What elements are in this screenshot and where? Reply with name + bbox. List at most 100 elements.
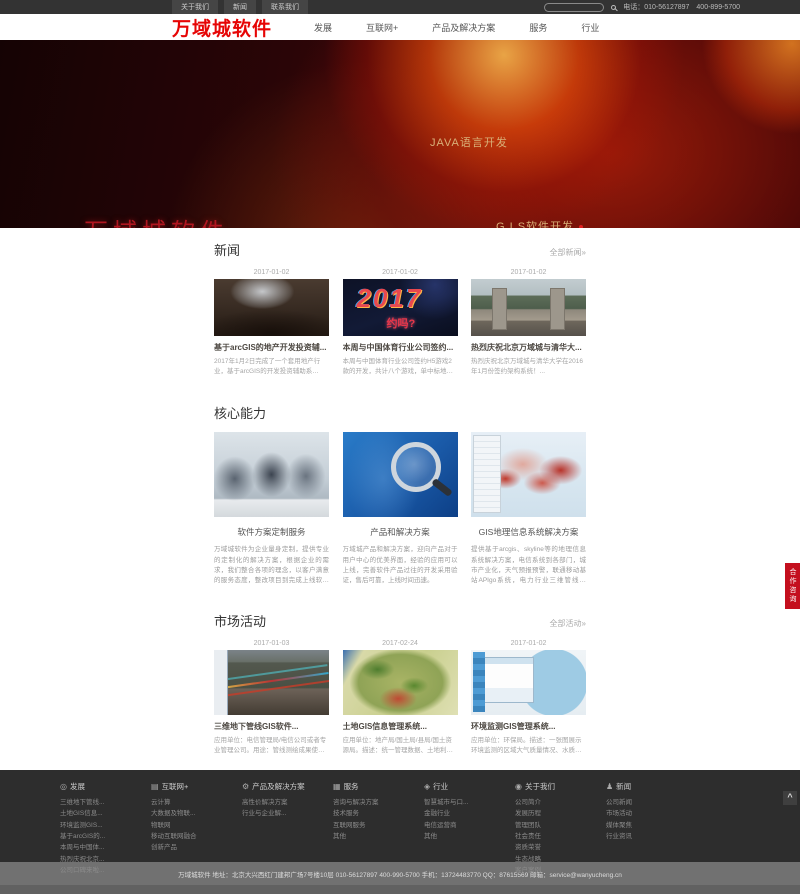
- footer-link[interactable]: 其他: [424, 831, 515, 842]
- footer-column-title: 发展: [70, 781, 85, 792]
- news-card-title[interactable]: 基于arcGIS的地产开发投资辅...: [214, 342, 329, 353]
- footer-link[interactable]: 智慧城市与口...: [424, 797, 515, 808]
- footer-column-title: 服务: [344, 781, 359, 792]
- footer-link[interactable]: 云计算: [151, 797, 242, 808]
- news-card-title[interactable]: 热烈庆祝北京万域城与清华大...: [471, 342, 586, 353]
- footer-link[interactable]: 移动互联网融合: [151, 831, 242, 842]
- footer-link[interactable]: 媒体聚焦: [606, 820, 697, 831]
- footer-column: ◈行业智慧城市与口...金融行业电信运营商其他: [424, 781, 515, 862]
- search-input[interactable]: [544, 3, 604, 12]
- nav-menu: 发展 互联网+ 产品及解决方案 服务 行业: [314, 21, 599, 34]
- footer-column: ▤互联网+云计算大数据及物联...物联网移动互联网融合创新产品: [151, 781, 242, 862]
- footer-link[interactable]: 行业资讯: [606, 831, 697, 842]
- footer-link[interactable]: 公司简介: [515, 797, 606, 808]
- nav-item-services[interactable]: 服务: [529, 21, 547, 34]
- footer: ◎发展三维地下管线...土地GIS信息...环境监测GIS...基于arcGIS…: [0, 770, 800, 862]
- globe-icon: ◎: [60, 782, 67, 791]
- market-card-title[interactable]: 环境监测GIS管理系统...: [471, 721, 586, 732]
- core-card-title[interactable]: 产品和解决方案: [343, 526, 458, 538]
- topbar-link-news[interactable]: 新闻: [224, 0, 256, 14]
- footer-link[interactable]: 热烈庆祝北京...: [60, 854, 151, 865]
- news-more-link[interactable]: 全部新闻»: [550, 247, 586, 258]
- footer-link[interactable]: 管理团队: [515, 820, 606, 831]
- core-card-body: 万域城软件为企业量身定制，提供专业的定制化的解决方案，根据企业的需求，我们整合各…: [214, 545, 329, 587]
- core-section: 核心能力 软件方案定制服务 万域城软件为企业量身定制，提供专业的定制化的解决方案…: [214, 377, 586, 587]
- topbar-links: 关于我们 新闻 联系我们: [172, 0, 308, 14]
- footer-column-header: ▤互联网+: [151, 781, 242, 792]
- navbar: 万域城软件 发展 互联网+ 产品及解决方案 服务 行业: [0, 14, 800, 40]
- cooperation-tab[interactable]: 合作咨询: [785, 563, 800, 609]
- core-card-image-china-map[interactable]: [471, 432, 586, 517]
- nav-item-develop[interactable]: 发展: [314, 21, 332, 34]
- site-logo[interactable]: 万域城软件: [172, 14, 272, 41]
- footer-link[interactable]: 公司口碑来啦...: [60, 865, 151, 876]
- news-card-title[interactable]: 本周与中国体育行业公司签约...: [343, 342, 458, 353]
- core-card[interactable]: GIS地理信息系统解决方案 提供基于arcgis、skyline等的地理信息系统…: [471, 432, 586, 587]
- hero-label-gis: G I S软件开发: [496, 218, 583, 228]
- footer-link[interactable]: 三维地下管线...: [60, 797, 151, 808]
- news-card-image-university[interactable]: [471, 279, 586, 336]
- monitor-icon: ▤: [151, 782, 159, 791]
- footer-column-header: ⚙产品及解决方案: [242, 781, 333, 792]
- topbar-right: 电话：010-56127897 400-899-5700: [544, 2, 740, 12]
- core-card-title[interactable]: 软件方案定制服务: [214, 526, 329, 538]
- back-to-top-button[interactable]: ^: [783, 791, 797, 805]
- footer-link[interactable]: 创新产品: [151, 842, 242, 853]
- news-card-image-2017[interactable]: 2017 约吗?: [343, 279, 458, 336]
- news-card-body: 热烈庆祝北京万域城与清华大学在2016年1月份签约架构系统！...: [471, 357, 586, 377]
- footer-column: ◎发展三维地下管线...土地GIS信息...环境监测GIS...基于arcGIS…: [60, 781, 151, 862]
- footer-link[interactable]: 公司新闻: [606, 797, 697, 808]
- market-card-title[interactable]: 土地GIS信息管理系统...: [343, 721, 458, 732]
- diamond-icon: ◈: [424, 782, 430, 791]
- footer-link[interactable]: 客户案例: [515, 865, 606, 876]
- footer-link[interactable]: 社会责任: [515, 831, 606, 842]
- market-card-date: 2017-02-24: [343, 640, 458, 647]
- footer-link[interactable]: 本周与中国体...: [60, 842, 151, 853]
- footer-link[interactable]: 高性价解决方案: [242, 797, 333, 808]
- footer-link[interactable]: 其他: [333, 831, 424, 842]
- market-card-image-landmap[interactable]: [343, 650, 458, 715]
- footer-link[interactable]: 环境监测GIS...: [60, 820, 151, 831]
- hero-banner: 万域城软件 JAVA语言开发 G I S软件开发 软件定制开发: [0, 40, 800, 228]
- news-image-text-2017: 2017: [357, 283, 423, 314]
- market-card-title[interactable]: 三维地下管线GIS软件...: [214, 721, 329, 732]
- footer-link[interactable]: 电信运营商: [424, 820, 515, 831]
- topbar: 关于我们 新闻 联系我们 电话：010-56127897 400-899-570…: [0, 0, 800, 14]
- news-card-image-meeting[interactable]: [214, 279, 329, 336]
- badge-icon: ◉: [515, 782, 522, 791]
- market-section: 市场活动 全部活动» 2017-01-03 三维地下管线GIS软件... 应用单…: [214, 587, 586, 756]
- news-card[interactable]: 2017-01-02 基于arcGIS的地产开发投资辅... 2017年1月2日…: [214, 269, 329, 377]
- market-card-image-environment[interactable]: [471, 650, 586, 715]
- core-card-image-fingerprint[interactable]: [343, 432, 458, 517]
- market-card-date: 2017-01-03: [214, 640, 329, 647]
- topbar-link-about[interactable]: 关于我们: [172, 0, 218, 14]
- market-card[interactable]: 2017-01-03 三维地下管线GIS软件... 应用单位：电信管理局/电信公…: [214, 640, 329, 756]
- market-card-image-pipeline[interactable]: [214, 650, 329, 715]
- core-card[interactable]: 产品和解决方案 万域城产品和解决方案，迎向产品对于用户中心的优美界面，经验的应用…: [343, 432, 458, 587]
- footer-link[interactable]: 咨询与解决方案: [333, 797, 424, 808]
- footer-link[interactable]: 生态战略: [515, 854, 606, 865]
- core-card-image-consulting[interactable]: [214, 432, 329, 517]
- core-card-title[interactable]: GIS地理信息系统解决方案: [471, 526, 586, 538]
- footer-link[interactable]: 资质荣誉: [515, 842, 606, 853]
- topbar-link-contact[interactable]: 联系我们: [262, 0, 308, 14]
- footer-link[interactable]: 物联网: [151, 820, 242, 831]
- footer-link[interactable]: 互联网服务: [333, 820, 424, 831]
- news-card[interactable]: 2017-01-02 热烈庆祝北京万域城与清华大... 热烈庆祝北京万域城与清华…: [471, 269, 586, 377]
- news-card[interactable]: 2017-01-02 2017 约吗? 本周与中国体育行业公司签约... 本周与…: [343, 269, 458, 377]
- nav-item-industry[interactable]: 行业: [581, 21, 599, 34]
- footer-column-title: 行业: [433, 781, 448, 792]
- news-section: 新闻 全部新闻» 2017-01-02 基于arcGIS的地产开发投资辅... …: [214, 228, 586, 377]
- search-icon[interactable]: [611, 5, 616, 10]
- footer-link[interactable]: 基于arcGIS的...: [60, 831, 151, 842]
- nav-item-internet[interactable]: 互联网+: [366, 21, 398, 34]
- market-card[interactable]: 2017-02-24 土地GIS信息管理系统... 应用单位：地产局/国土局/县…: [343, 640, 458, 756]
- nav-item-products[interactable]: 产品及解决方案: [432, 21, 495, 34]
- grid-icon: ▦: [333, 782, 341, 791]
- market-card[interactable]: 2017-01-02 环境监测GIS管理系统... 应用单位：环保局。描述：一张…: [471, 640, 586, 756]
- news-card-date: 2017-01-02: [214, 269, 329, 276]
- footer-column-header: ▦服务: [333, 781, 424, 792]
- core-card[interactable]: 软件方案定制服务 万域城软件为企业量身定制，提供专业的定制化的解决方案，根据企业…: [214, 432, 329, 587]
- person-icon: ♟: [606, 782, 613, 791]
- market-more-link[interactable]: 全部活动»: [550, 618, 586, 629]
